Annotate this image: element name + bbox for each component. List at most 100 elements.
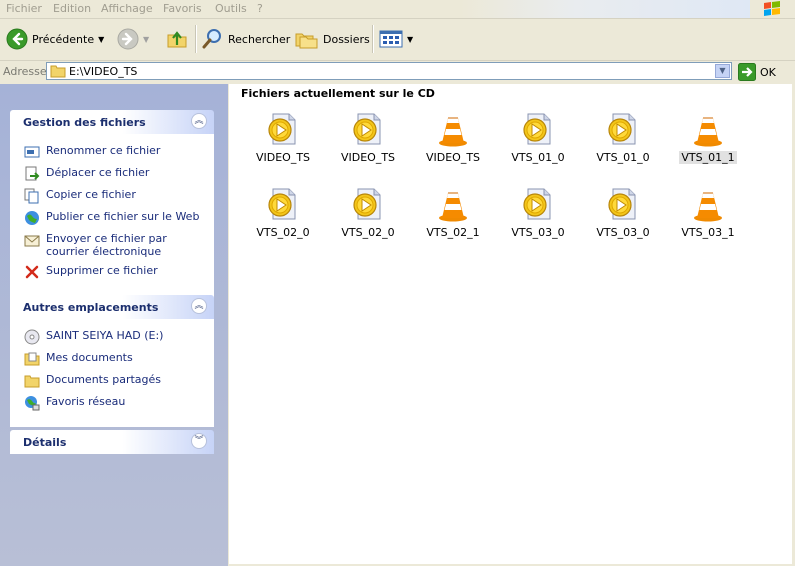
file-name: VTS_03_1: [681, 226, 735, 239]
vlc-cone-icon: [439, 117, 467, 147]
file-name: VTS_03_0: [596, 226, 650, 239]
views-button[interactable]: ▼: [379, 25, 413, 53]
views-dropdown-icon[interactable]: ▼: [407, 35, 413, 44]
shared-folder-icon: [24, 375, 40, 388]
file-item[interactable]: VTS_01_1: [668, 112, 748, 164]
file-name: VTS_02_0: [341, 226, 395, 239]
my-documents-icon: [24, 352, 40, 366]
back-dropdown-icon[interactable]: ▼: [98, 35, 104, 44]
media-file-icon: [268, 113, 296, 145]
task-rename-file[interactable]: Renommer ce fichier: [11, 141, 213, 163]
other-places-panel: Autres emplacements ︽ SAINT SEIYA HAD (E…: [10, 295, 214, 427]
file-item[interactable]: VTS_02_1: [413, 187, 493, 239]
place-my-documents[interactable]: Mes documents: [11, 348, 213, 370]
menu-favoris[interactable]: Favoris: [163, 2, 202, 15]
menu-affichage[interactable]: Affichage: [101, 2, 153, 15]
forward-button[interactable]: ▼: [117, 25, 149, 53]
file-name: VTS_02_0: [256, 226, 310, 239]
media-file-icon: [268, 188, 296, 220]
file-view: Fichiers actuellement sur le CD VIDEO_TS…: [229, 84, 792, 564]
file-item[interactable]: VTS_01_0: [583, 112, 663, 164]
vlc-cone-icon: [694, 117, 722, 147]
other-places-header[interactable]: Autres emplacements ︽: [10, 295, 214, 319]
file-tasks-panel: Gestion des fichiers ︽ Renommer ce fichi…: [10, 110, 214, 298]
forward-dropdown-icon[interactable]: ▼: [143, 35, 149, 44]
place-cd-drive[interactable]: SAINT SEIYA HAD (E:): [11, 326, 213, 348]
file-tasks-body: Renommer ce fichier Déplacer ce fichier …: [10, 134, 214, 298]
file-item[interactable]: VIDEO_TS: [413, 112, 493, 164]
network-globe-icon: [25, 396, 40, 411]
menu-bar-decoration: [460, 0, 750, 18]
file-item[interactable]: VTS_02_0: [243, 187, 323, 239]
search-icon: [202, 29, 221, 49]
up-folder-button[interactable]: [166, 25, 188, 53]
vlc-cone-icon: [439, 192, 467, 222]
back-button[interactable]: Précédente ▼: [6, 25, 104, 53]
go-arrow-icon: [738, 63, 756, 81]
address-value: E:\VIDEO_TS: [69, 65, 138, 78]
folder-icon: [50, 65, 66, 78]
media-file-icon: [608, 113, 636, 145]
file-item[interactable]: VIDEO_TS: [328, 112, 408, 164]
views-icon: [379, 30, 403, 48]
menu-outils[interactable]: Outils: [215, 2, 247, 15]
file-name: VTS_03_0: [511, 226, 565, 239]
file-tasks-header[interactable]: Gestion des fichiers ︽: [10, 110, 214, 134]
menu-bar: Fichier Edition Affichage Favoris Outils…: [0, 0, 795, 19]
place-shared-documents[interactable]: Documents partagés: [11, 370, 213, 392]
files-on-cd-heading: Fichiers actuellement sur le CD: [241, 87, 435, 100]
folders-button[interactable]: Dossiers: [295, 25, 370, 53]
task-email-label: Envoyer ce fichier par courrier électron…: [46, 232, 167, 258]
task-move-file[interactable]: Déplacer ce fichier: [11, 163, 213, 185]
file-name: VTS_01_0: [511, 151, 565, 164]
other-places-body: SAINT SEIYA HAD (E:) Mes documents Docum…: [10, 319, 214, 427]
back-arrow-icon: [6, 28, 28, 50]
task-pane: Gestion des fichiers ︽ Renommer ce fichi…: [0, 84, 228, 566]
globe-icon: [25, 211, 39, 225]
move-icon: [25, 166, 40, 181]
file-item[interactable]: VTS_02_0: [328, 187, 408, 239]
file-name: VTS_02_1: [426, 226, 480, 239]
collapse-chevron-icon[interactable]: ︽: [191, 298, 207, 314]
task-delete-file[interactable]: Supprimer ce fichier: [11, 261, 213, 283]
task-email-file[interactable]: Envoyer ce fichier par courrier électron…: [11, 229, 213, 261]
email-icon: [24, 235, 40, 247]
toolbar-separator: [372, 25, 374, 53]
windows-logo-icon: [764, 1, 780, 16]
go-label: OK: [760, 65, 776, 79]
menu-edition[interactable]: Edition: [53, 2, 91, 15]
file-item[interactable]: VTS_03_0: [498, 187, 578, 239]
search-button[interactable]: Rechercher: [201, 25, 290, 53]
expand-chevron-icon[interactable]: ︾: [191, 433, 207, 449]
place-my-documents-label: Mes documents: [46, 351, 133, 364]
file-name: VIDEO_TS: [340, 151, 396, 164]
file-item[interactable]: VTS_01_0: [498, 112, 578, 164]
details-header[interactable]: Détails ︾: [10, 430, 214, 454]
address-input[interactable]: E:\VIDEO_TS ▼: [46, 62, 732, 80]
up-folder-icon: [167, 31, 187, 48]
go-button[interactable]: OK: [738, 63, 776, 81]
file-item[interactable]: VTS_03_1: [668, 187, 748, 239]
file-tasks-title: Gestion des fichiers: [23, 116, 146, 129]
back-label: Précédente: [32, 32, 95, 46]
media-file-icon: [353, 113, 381, 145]
task-publish-label: Publier ce fichier sur le Web: [46, 210, 200, 223]
collapse-chevron-icon[interactable]: ︽: [191, 113, 207, 129]
task-copy-label: Copier ce fichier: [46, 188, 136, 201]
file-item[interactable]: VIDEO_TS: [243, 112, 323, 164]
task-publish-web[interactable]: Publier ce fichier sur le Web: [11, 207, 213, 229]
task-copy-file[interactable]: Copier ce fichier: [11, 185, 213, 207]
rename-icon: [24, 146, 40, 158]
media-file-icon: [353, 188, 381, 220]
address-dropdown-button[interactable]: ▼: [715, 64, 730, 78]
forward-arrow-icon: [117, 28, 139, 50]
vlc-cone-icon: [694, 192, 722, 222]
menu-fichier[interactable]: Fichier: [6, 2, 42, 15]
search-label: Rechercher: [228, 32, 291, 46]
menu-help[interactable]: ?: [257, 2, 263, 15]
media-file-icon: [608, 188, 636, 220]
other-places-title: Autres emplacements: [23, 301, 159, 314]
place-network[interactable]: Favoris réseau: [11, 392, 213, 414]
file-item[interactable]: VTS_03_0: [583, 187, 663, 239]
folders-label: Dossiers: [323, 32, 370, 46]
